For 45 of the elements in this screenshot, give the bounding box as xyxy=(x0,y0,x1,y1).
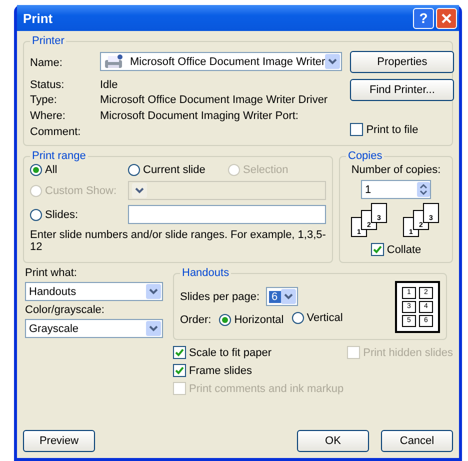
dialog-button[interactable]: Properties xyxy=(350,51,454,73)
field-value: Microsoft Document Imaging Writer Port: xyxy=(100,110,300,122)
radio-button[interactable]: Current slide xyxy=(128,164,228,176)
field-value: Idle xyxy=(100,78,119,91)
color-dropdown[interactable]: Grayscale xyxy=(25,319,163,338)
group-title: Printer xyxy=(31,35,66,47)
slides-field[interactable] xyxy=(128,205,326,224)
radio-button[interactable]: Vertical xyxy=(292,312,343,324)
copies-spinner[interactable]: 1 xyxy=(361,180,431,199)
checkbox[interactable]: Frame slides xyxy=(173,364,344,377)
printer-icon xyxy=(104,54,124,70)
checkbox[interactable]: Print to file xyxy=(350,123,418,136)
field-value: Microsoft Office Document Image Writer Driver xyxy=(100,94,329,106)
radio-button[interactable]: All xyxy=(30,164,128,176)
dialog-button[interactable]: OK xyxy=(297,430,369,452)
checkbox[interactable]: Scale to fit paper xyxy=(173,346,344,359)
radio-button[interactable]: Horizontal xyxy=(219,314,284,326)
checkbox[interactable]: Collate xyxy=(370,243,422,256)
dialog-button[interactable]: Preview xyxy=(23,430,95,452)
field-label: Color/grayscale: xyxy=(25,304,106,316)
close-button[interactable] xyxy=(436,8,457,28)
help-button[interactable]: ? xyxy=(413,8,434,28)
field-label: Slides per page: xyxy=(180,290,260,302)
slides-per-page-dropdown[interactable]: 6 xyxy=(266,287,298,306)
field-label: Order: xyxy=(180,314,212,326)
print-what-dropdown[interactable]: Handouts xyxy=(25,282,163,301)
close-icon[interactable] xyxy=(441,12,452,24)
group-title: Handouts xyxy=(181,267,230,279)
field-label: Type: xyxy=(30,94,58,106)
field-label: Name: xyxy=(30,56,64,69)
field-label: Number of copies: xyxy=(351,164,441,176)
radio-button[interactable]: Slides: xyxy=(30,208,122,220)
field-label: Comment: xyxy=(30,126,82,138)
check-icon xyxy=(372,245,382,254)
field-label: Print what: xyxy=(25,267,78,279)
group-title: Copies xyxy=(347,150,384,162)
dialog-button[interactable]: Find Printer... xyxy=(350,79,454,101)
dialog-button[interactable]: Cancel xyxy=(381,430,453,452)
group-title: Print range xyxy=(31,150,87,162)
field-label: Where: xyxy=(30,110,66,122)
field-label: Status: xyxy=(30,78,66,91)
hint-text: Enter slide numbers and/or slide ranges. For example, 1,3,5-12 xyxy=(30,229,326,253)
spin-arrows-icon[interactable] xyxy=(417,182,430,197)
printer-dropdown[interactable]: Microsoft Office Document Image Writer xyxy=(100,52,342,72)
window-title: Print xyxy=(23,10,54,26)
